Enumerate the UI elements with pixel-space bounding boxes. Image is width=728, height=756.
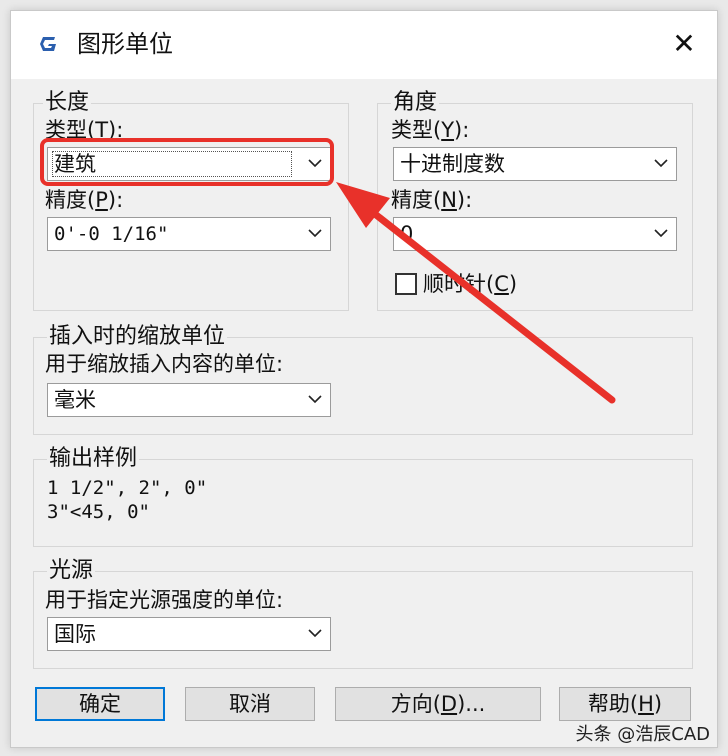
cancel-button[interactable]: 取消 — [185, 687, 315, 721]
output-sample-legend: 输出样例 — [47, 446, 140, 472]
drawing-units-dialog: 图形单位 ✕ 长度 类型(T): 建筑 精度(P): 0'-0 1/16" 角度… — [10, 10, 718, 748]
angle-type-value: 十进制度数 — [400, 152, 505, 176]
length-precision-value: 0'-0 1/16" — [54, 223, 169, 245]
chevron-down-icon — [308, 159, 322, 168]
length-precision-label: 精度(P): — [45, 188, 124, 212]
chevron-down-icon — [654, 229, 668, 238]
title-bar: 图形单位 ✕ — [11, 11, 717, 79]
chevron-down-icon — [308, 395, 322, 404]
angle-precision-value: 0 — [400, 222, 414, 246]
insertion-scale-value: 毫米 — [54, 388, 96, 412]
lighting-description: 用于指定光源强度的单位: — [45, 588, 284, 612]
angle-legend: 角度 — [391, 90, 440, 116]
clockwise-label[interactable]: 顺时针(C) — [423, 271, 517, 297]
clockwise-checkbox[interactable] — [395, 273, 417, 295]
close-icon[interactable]: ✕ — [667, 27, 701, 61]
insertion-scale-description: 用于缩放插入内容的单位: — [45, 352, 284, 376]
insertion-scale-legend: 插入时的缩放单位 — [47, 324, 228, 350]
window-title: 图形单位 — [77, 30, 173, 58]
focus-rect — [52, 151, 292, 177]
watermark-text: 头条 @浩辰CAD — [575, 724, 710, 745]
help-button[interactable]: 帮助(H) — [559, 687, 691, 721]
length-legend: 长度 — [43, 90, 92, 116]
lighting-units-value: 国际 — [54, 622, 96, 646]
app-logo-icon — [40, 37, 56, 51]
lighting-legend: 光源 — [47, 558, 96, 584]
lighting-units-select[interactable]: 国际 — [47, 617, 331, 651]
ok-button[interactable]: 确定 — [35, 687, 165, 721]
output-sample-line-2: 3"<45, 0" — [47, 501, 150, 523]
angle-precision-label: 精度(N): — [391, 188, 473, 212]
length-type-label: 类型(T): — [45, 118, 124, 142]
angle-precision-select[interactable]: 0 — [393, 217, 677, 251]
length-precision-select[interactable]: 0'-0 1/16" — [47, 217, 331, 251]
insertion-scale-select[interactable]: 毫米 — [47, 383, 331, 417]
direction-button[interactable]: 方向(D)... — [335, 687, 541, 721]
length-type-select[interactable]: 建筑 — [47, 147, 331, 181]
angle-type-select[interactable]: 十进制度数 — [393, 147, 677, 181]
angle-type-label: 类型(Y): — [391, 118, 470, 142]
output-sample-line-1: 1 1/2", 2", 0" — [47, 477, 208, 499]
chevron-down-icon — [654, 159, 668, 168]
chevron-down-icon — [308, 229, 322, 238]
chevron-down-icon — [308, 629, 322, 638]
